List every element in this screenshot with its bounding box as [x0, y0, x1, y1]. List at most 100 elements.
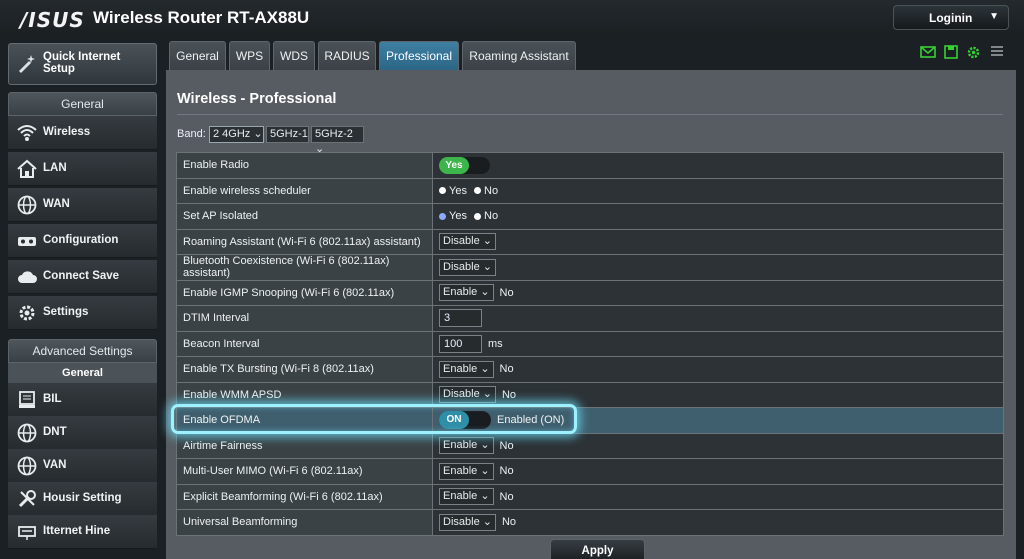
universal-beamforming-select[interactable]: Disable ⌄: [439, 513, 496, 531]
setting-label: Universal Beamforming: [176, 509, 433, 536]
unit-label: ms: [488, 337, 503, 350]
radio-yes[interactable]: [439, 212, 446, 220]
sidebar-item-bil[interactable]: BIL: [8, 383, 157, 417]
title-divider: [177, 114, 1003, 115]
select-value: Disable: [443, 388, 480, 401]
enable-ofdma-toggle[interactable]: ON: [439, 411, 491, 430]
toggle-state: ON: [439, 411, 469, 430]
select-value: Enable: [443, 464, 478, 477]
chevron-down-icon: ⌄: [480, 464, 490, 477]
network-icon: [16, 521, 38, 543]
band-select-5ghz-1[interactable]: 5GHz-1: [266, 126, 309, 143]
chevron-down-icon: ⌄: [482, 260, 492, 273]
band-option-label: 2 4GHz: [213, 128, 251, 140]
setting-note: No: [501, 516, 517, 529]
setting-label: Enable TX Bursting (Wi-Fi 8 (802.11ax): [176, 356, 433, 383]
settings-gear-icon[interactable]: [966, 45, 981, 63]
airtime-fairness-select[interactable]: Enable ⌄: [439, 437, 494, 455]
menu-icon[interactable]: [990, 45, 1004, 60]
sidebar-item-lan[interactable]: LAN: [8, 152, 157, 186]
chevron-down-icon: ⌄: [482, 515, 492, 528]
igmp-snooping-select[interactable]: Enable ⌄: [439, 284, 494, 302]
table-row: Bluetooth Coexistence (Wi-Fi 6 (802.11ax…: [176, 254, 1004, 281]
setting-note: No: [499, 286, 514, 299]
radio-no-label: No: [484, 184, 499, 197]
chevron-down-icon: ⌄: [482, 388, 492, 401]
sidebar-item-label: Settings: [43, 306, 89, 318]
chevron-down-icon: ⌄: [482, 235, 492, 248]
mu-mimo-select[interactable]: Enable ⌄: [439, 462, 494, 480]
setting-label: Enable WMM APSD: [176, 381, 433, 408]
select-value: Enable: [443, 362, 478, 375]
save-icon[interactable]: [944, 45, 958, 62]
table-row: DTIM Interval 3: [176, 305, 1004, 332]
setting-label: Set AP Isolated: [176, 203, 433, 230]
table-row: Airtime Fairness Enable ⌄ No: [176, 432, 1004, 459]
enable-radio-toggle[interactable]: Yes: [439, 156, 490, 174]
cloud-icon: [16, 266, 38, 288]
radio-no[interactable]: [474, 212, 482, 220]
page-title: Wireless - Professional: [177, 91, 337, 107]
brand-logo: /ISUS: [20, 8, 85, 32]
sidebar-item-van[interactable]: VAN: [8, 449, 157, 483]
tab-radius[interactable]: RADIUS: [318, 41, 376, 71]
chevron-down-icon: ⌄: [480, 362, 490, 375]
config-icon: [16, 230, 38, 252]
band-select-24ghz[interactable]: 2 4GHz ⌄: [209, 126, 264, 143]
table-row: Enable TX Bursting (Wi-Fi 8 (802.11ax) E…: [176, 356, 1004, 383]
beacon-interval-input[interactable]: 100: [439, 334, 482, 353]
apply-button[interactable]: Apply: [550, 539, 645, 559]
radio-no[interactable]: [474, 187, 482, 195]
bluetooth-coexistence-select[interactable]: Disable ⌄: [439, 258, 496, 276]
globe-icon: [16, 194, 38, 216]
explicit-beamforming-select[interactable]: Enable ⌄: [439, 488, 494, 506]
settings-table: Enable Radio Yes Enable wireless schedul…: [176, 152, 1004, 536]
select-value: Enable: [443, 286, 478, 299]
sidebar-item-label: BIL: [43, 393, 62, 405]
radio-yes[interactable]: [439, 187, 446, 195]
sidebar-item-dnt[interactable]: DNT: [8, 416, 157, 450]
wifi-icon: [16, 122, 38, 144]
band-option-label: 5GHz-1: [270, 128, 308, 140]
toggle-state: Yes: [439, 156, 469, 174]
chevron-down-icon: ⌄: [250, 128, 263, 140]
wmm-apsd-select[interactable]: Disable ⌄: [439, 386, 496, 404]
setting-note: No: [499, 465, 514, 478]
tab-general[interactable]: General: [169, 41, 226, 71]
roaming-assistant-select[interactable]: Disable ⌄: [439, 233, 496, 251]
login-button[interactable]: Loginin ▼: [893, 5, 1009, 30]
sidebar-item-label: DNT: [43, 426, 67, 438]
radio-yes-label: Yes: [449, 210, 467, 223]
router-model-title: Wireless Router RT-AX88U: [93, 8, 310, 27]
tab-wds[interactable]: WDS: [273, 41, 315, 71]
band-option-label: 5GHz-2: [315, 128, 353, 140]
sidebar-item-settings[interactable]: Settings: [8, 296, 157, 330]
tab-roaming-assistant[interactable]: Roaming Assistant: [462, 41, 576, 71]
setting-label: Enable OFDMA: [176, 407, 433, 434]
sidebar-item-connect-save[interactable]: Connect Save: [8, 260, 157, 294]
band-select-5ghz-2[interactable]: 5GHz-2 ⌄: [311, 126, 364, 155]
mail-icon[interactable]: [920, 45, 936, 62]
general-section-header: General: [8, 92, 157, 116]
setting-note: Enabled (ON): [497, 414, 565, 427]
select-value: Disable: [443, 260, 480, 273]
setting-note: No: [499, 439, 514, 452]
tab-professional[interactable]: Professional: [379, 41, 459, 71]
sidebar-item-wan[interactable]: WAN: [8, 188, 157, 222]
sidebar-item-housir-setting[interactable]: Housir Setting: [8, 482, 157, 516]
tx-bursting-select[interactable]: Enable ⌄: [439, 360, 494, 378]
setting-label: Beacon Interval: [176, 330, 433, 357]
advanced-general-subheader: General: [8, 363, 157, 383]
tab-wps[interactable]: WPS: [229, 41, 270, 71]
tools-icon: [16, 488, 38, 510]
dtim-interval-input[interactable]: 3: [439, 309, 482, 328]
sidebar-item-itternet-hine[interactable]: Itternet Hine: [8, 515, 157, 549]
sidebar-item-configuration[interactable]: Configuration: [8, 224, 157, 258]
select-value: Disable: [443, 515, 480, 528]
table-row: Enable Radio Yes: [176, 152, 1004, 179]
sidebar-item-wireless[interactable]: Wireless: [8, 116, 157, 150]
quick-internet-setup-button[interactable]: Quick Internet Setup: [8, 43, 157, 85]
chevron-down-icon: ⌄: [480, 439, 490, 452]
setting-label: Explicit Beamforming (Wi-Fi 6 (802.11ax): [176, 483, 433, 510]
table-row-highlighted: Enable OFDMA ON Enabled (ON): [176, 407, 1004, 434]
